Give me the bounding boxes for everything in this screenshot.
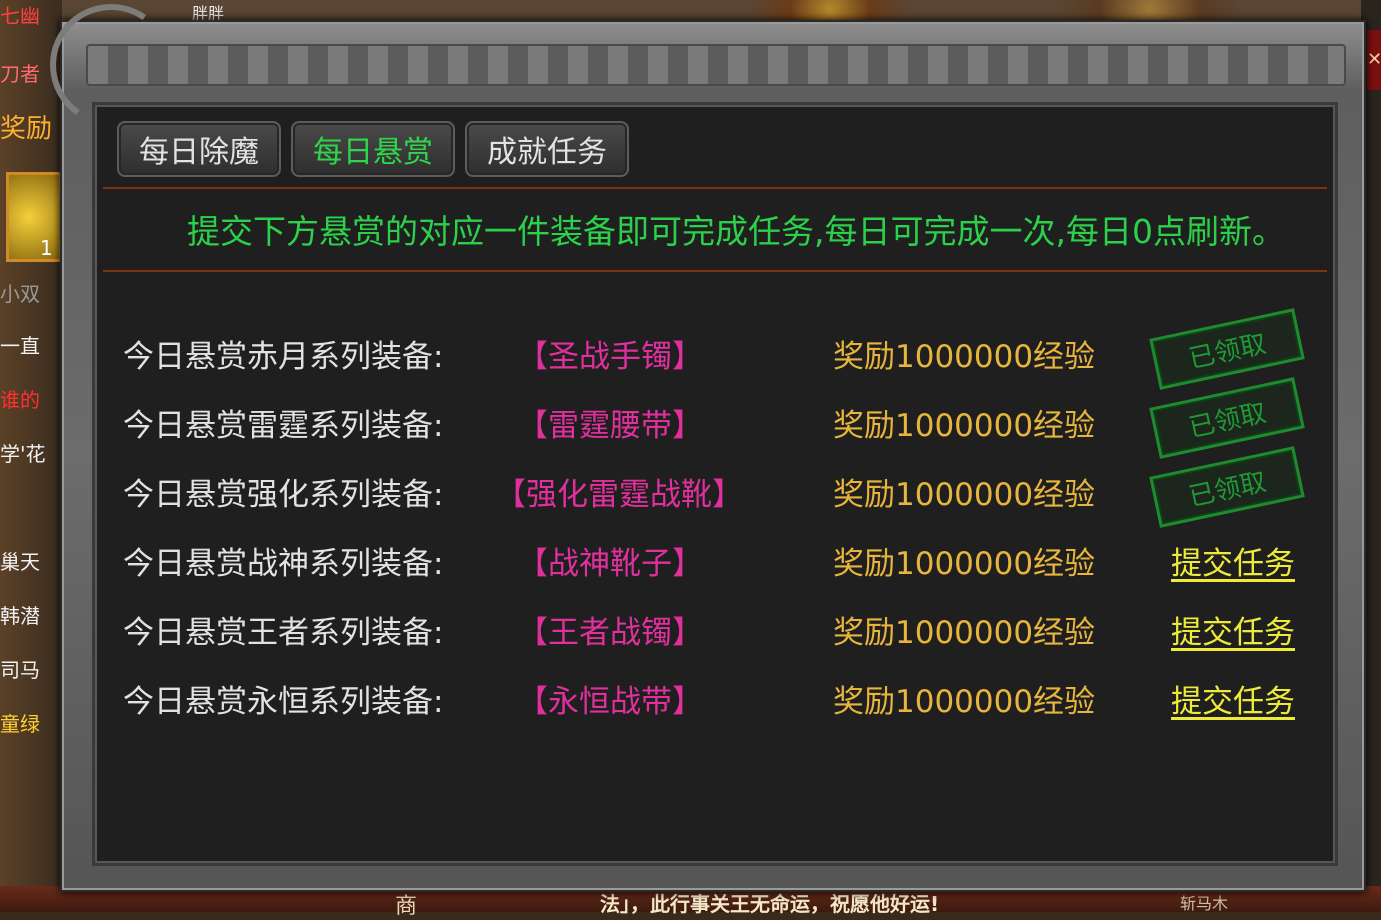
equipment-name[interactable]: 【雷霆腰带】 [495, 400, 725, 445]
bounty-row: 今日悬赏强化系列装备: 【强化雷霆战靴】 奖励1000000经验 已领取 [95, 446, 1335, 528]
bounty-row: 今日悬赏永恒系列装备: 【永恒战带】 奖励1000000经验 提交任务 [95, 664, 1335, 733]
left-label: 1 [40, 236, 53, 260]
bounty-list: 今日悬赏赤月系列装备: 【圣战手镯】 奖励1000000经验 已领取 今日悬赏雷… [95, 308, 1335, 733]
claimed-stamp: 已领取 [1149, 377, 1305, 459]
submit-task-link[interactable]: 提交任务 [1171, 607, 1295, 652]
left-label: 刀者 [0, 62, 40, 86]
reward-text: 奖励1000000经验 [833, 408, 1096, 444]
left-label: 谁的 [0, 388, 40, 412]
bounty-dialog: 每日除魔 每日悬赏 成就任务 提交下方悬赏的对应一件装备即可完成任务,每日可完成… [40, 0, 1366, 892]
shop-label[interactable]: 商 [395, 888, 417, 920]
equipment-name[interactable]: 【王者战镯】 [495, 607, 725, 652]
bounty-row: 今日悬赏王者系列装备: 【王者战镯】 奖励1000000经验 提交任务 [95, 595, 1335, 664]
dialog-content-panel: 每日除魔 每日悬赏 成就任务 提交下方悬赏的对应一件装备即可完成任务,每日可完成… [92, 102, 1338, 866]
left-label: 童绿 [0, 712, 40, 736]
equipment-name[interactable]: 【强化雷霆战靴】 [495, 469, 743, 514]
submit-task-link[interactable]: 提交任务 [1171, 676, 1295, 721]
bounty-label: 今日悬赏雷霆系列装备: [123, 408, 444, 444]
reward-text: 奖励1000000经验 [833, 477, 1096, 513]
tab-daily-demon[interactable]: 每日除魔 [117, 121, 281, 177]
left-label: 小双 [0, 282, 40, 306]
left-side-panel: 七幽 刀者 奖励 1 小双 一直 谁的 学'花 巢天 韩潜 司马 童绿 [0, 0, 62, 912]
equipment-name[interactable]: 【圣战手镯】 [495, 331, 725, 376]
equipment-name[interactable]: 【战神靴子】 [495, 538, 725, 583]
tab-daily-bounty[interactable]: 每日悬赏 [291, 121, 455, 177]
close-icon[interactable]: ✕ [1367, 30, 1381, 90]
left-label: 奖励 [0, 114, 53, 144]
left-label: 韩潜 [0, 604, 40, 628]
equipment-name[interactable]: 【永恒战带】 [495, 676, 725, 721]
bounty-row: 今日悬赏战神系列装备: 【战神靴子】 奖励1000000经验 提交任务 [95, 526, 1335, 595]
bounty-label: 今日悬赏战神系列装备: [123, 546, 444, 582]
reward-text: 奖励1000000经验 [833, 546, 1096, 582]
title-ornament-bar [86, 44, 1346, 86]
bounty-label: 今日悬赏王者系列装备: [123, 615, 444, 651]
left-label: 七幽 [0, 4, 40, 28]
left-label: 学'花 [0, 442, 46, 466]
left-label: 一直 [0, 334, 40, 358]
left-label: 司马 [0, 658, 40, 682]
divider [103, 187, 1327, 189]
claimed-stamp: 已领取 [1149, 308, 1305, 390]
tab-bar: 每日除魔 每日悬赏 成就任务 [117, 121, 629, 177]
reward-text: 奖励1000000经验 [833, 339, 1096, 375]
submit-task-link[interactable]: 提交任务 [1171, 538, 1295, 583]
bounty-label: 今日悬赏永恒系列装备: [123, 684, 444, 720]
reward-text: 奖励1000000经验 [833, 684, 1096, 720]
npc-name: 斩马木 [1180, 894, 1229, 913]
claimed-stamp: 已领取 [1149, 446, 1305, 528]
gold-item-icon[interactable] [6, 172, 62, 262]
bounty-notice: 提交下方悬赏的对应一件装备即可完成任务,每日可完成一次,每日0点刷新。 [187, 212, 1285, 251]
bounty-row: 今日悬赏雷霆系列装备: 【雷霆腰带】 奖励1000000经验 已领取 [95, 377, 1335, 459]
bounty-row: 今日悬赏赤月系列装备: 【圣战手镯】 奖励1000000经验 已领取 [95, 308, 1335, 390]
announcement-marquee: 法」，此行事关王无命运，祝愿他好运! [600, 892, 940, 916]
bounty-label: 今日悬赏强化系列装备: [123, 477, 444, 513]
bounty-label: 今日悬赏赤月系列装备: [123, 339, 444, 375]
left-label: 巢天 [0, 550, 40, 574]
divider [103, 270, 1327, 272]
tab-achievements[interactable]: 成就任务 [465, 121, 629, 177]
reward-text: 奖励1000000经验 [833, 615, 1096, 651]
